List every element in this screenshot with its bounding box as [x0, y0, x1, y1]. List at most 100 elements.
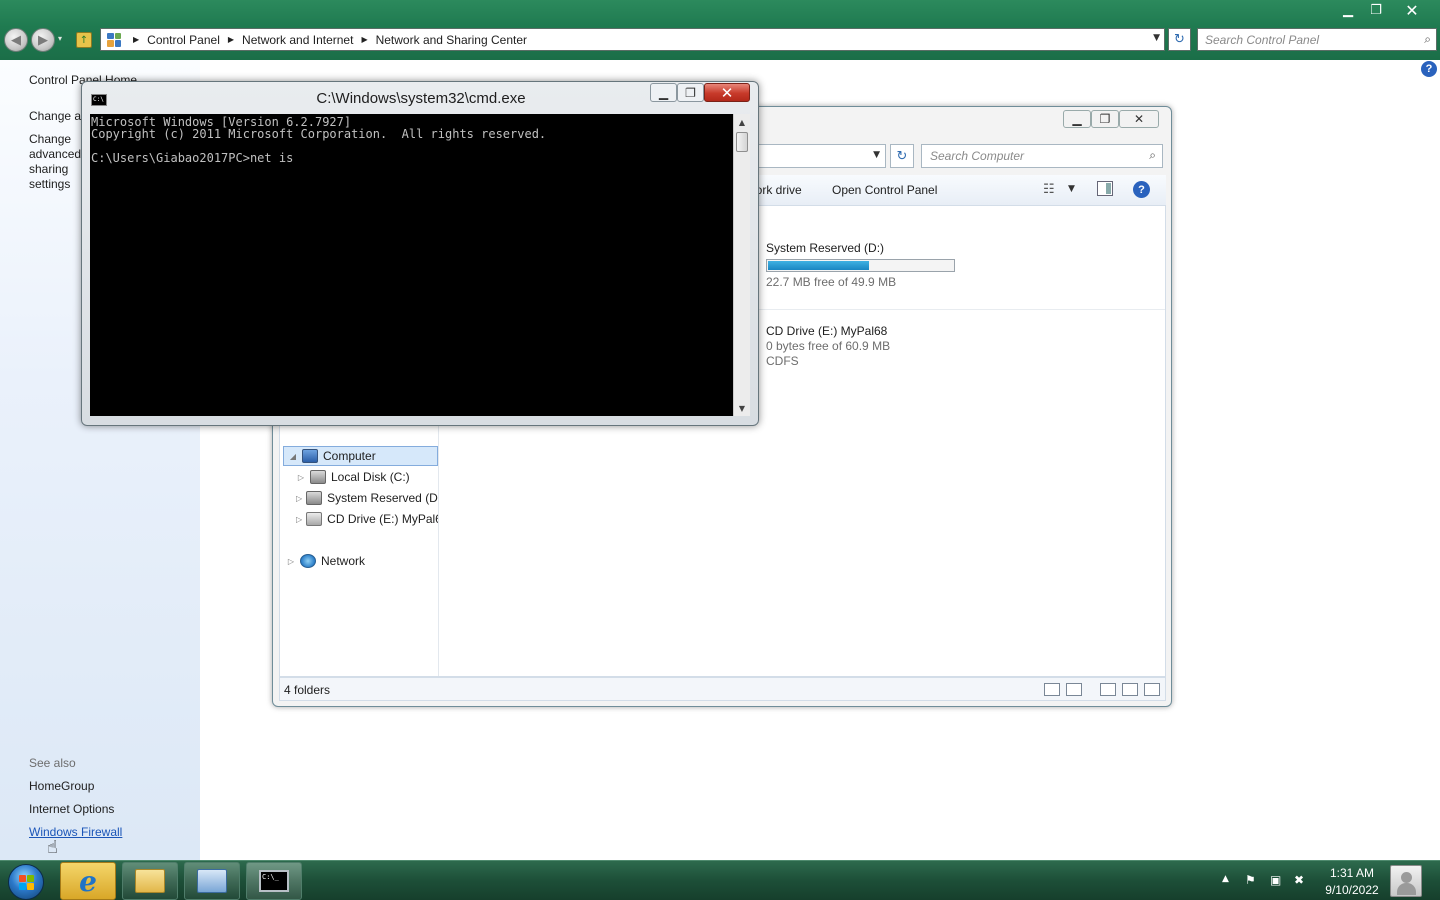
tree-item-label: Computer	[323, 449, 376, 463]
drive-usage-bar	[766, 259, 955, 272]
console-line: Copyright (c) 2011 Microsoft Corporation…	[91, 127, 547, 141]
preview-pane-icon[interactable]	[1144, 683, 1160, 696]
help-icon[interactable]: ?	[1133, 181, 1150, 198]
control-panel-search-input[interactable]: Search Control Panel ⌕	[1197, 28, 1437, 51]
tree-item-computer[interactable]: ◢ Computer	[283, 446, 438, 466]
address-dropdown-icon[interactable]: ▼	[873, 150, 880, 160]
scroll-up-icon[interactable]: ▲	[734, 114, 750, 130]
views-dropdown-icon[interactable]: ▼	[1068, 184, 1075, 194]
back-button[interactable]: ◀	[4, 28, 28, 52]
taskbar-windows-explorer[interactable]	[122, 862, 178, 900]
taskbar-cmd[interactable]: C:\_	[246, 862, 302, 900]
search-placeholder: Search Control Panel	[1205, 33, 1320, 47]
cmd-icon: C:\_	[259, 870, 289, 892]
drive-name: System Reserved (D:)	[766, 241, 885, 255]
tree-item-label: System Reserved (D:	[327, 491, 438, 505]
volume-muted-icon[interactable]: ✖	[1294, 873, 1304, 887]
explorer-address-bar[interactable]: ▼	[748, 144, 886, 168]
up-folder-icon[interactable]: ↑	[76, 32, 92, 48]
scroll-down-icon[interactable]: ▼	[734, 400, 750, 416]
explorer-search-input[interactable]: Search Computer ⌕	[921, 144, 1163, 168]
hand-cursor-icon: ☝	[47, 837, 58, 858]
search-icon[interactable]: ⌕	[1424, 32, 1431, 47]
clock-date[interactable]: 9/10/2022	[1318, 883, 1386, 897]
breadcrumb-network-internet[interactable]: Network and Internet	[242, 33, 353, 47]
sidebar-link-change-sharing[interactable]: Change advanced sharing settings	[29, 132, 89, 192]
refresh-button[interactable]: ↻	[1168, 28, 1191, 51]
close-button[interactable]: ✕	[1390, 0, 1434, 20]
folder-icon	[135, 869, 165, 893]
drive-usage-fill	[768, 261, 869, 270]
sidebar-link-internet-options[interactable]: Internet Options	[29, 802, 114, 816]
network-icon[interactable]: ▣	[1270, 873, 1281, 887]
hard-disk-icon	[310, 470, 326, 484]
close-button[interactable]: ✕	[704, 83, 750, 102]
control-panel-icon	[197, 869, 227, 893]
layout-icon[interactable]	[1100, 683, 1116, 696]
drive-tile-system-reserved[interactable]: System Reserved (D:) 22.7 MB free of 49.…	[748, 241, 955, 289]
control-panel-titlebar: ▁ ❐ ✕ ◀ ▶ ▾ ↑ ▶ Control Panel ▶ Network …	[0, 0, 1440, 60]
control-panel-icon	[107, 32, 121, 47]
action-center-flag-icon[interactable]: ⚑	[1245, 873, 1256, 887]
recent-pages-button[interactable]: ▾	[58, 34, 62, 43]
console-prompt-line: C:\Users\Giabao2017PC>net is	[91, 151, 294, 165]
crumb-separator[interactable]: ▶	[361, 35, 367, 44]
see-also-heading: See also	[29, 756, 76, 770]
preview-pane-icon[interactable]	[1097, 181, 1113, 196]
minimize-button[interactable]: ▁	[1334, 0, 1362, 20]
tree-item-label: Network	[321, 554, 366, 568]
details-view-icon[interactable]	[1044, 683, 1060, 696]
crumb-separator[interactable]: ▶	[228, 35, 234, 44]
views-icon[interactable]: ☷	[1043, 182, 1055, 197]
collapse-arrow-icon[interactable]: ▷	[296, 515, 302, 524]
cmd-window: C:\ C:\Windows\system32\cmd.exe ▁ ❐ ✕ Mi…	[81, 81, 759, 426]
maximize-button[interactable]: ❐	[1362, 0, 1390, 20]
explorer-window-controls: ▁ ❐ ✕	[1063, 110, 1159, 128]
cmd-scrollbar[interactable]: ▲ ▼	[733, 114, 750, 416]
sidebar-link-windows-firewall[interactable]: Windows Firewall	[29, 825, 122, 839]
forward-button[interactable]: ▶	[31, 28, 55, 52]
maximize-button[interactable]: ❐	[677, 83, 704, 102]
taskbar-internet-explorer[interactable]: e	[60, 862, 116, 900]
collapse-arrow-icon[interactable]: ▷	[296, 473, 306, 482]
open-control-panel-button[interactable]: Open Control Panel	[832, 183, 937, 197]
refresh-button[interactable]: ↻	[890, 144, 914, 168]
disk-drive-icon	[306, 491, 323, 505]
large-icons-view-icon[interactable]	[1066, 683, 1082, 696]
tree-item-cd-drive[interactable]: ▷ CD Drive (E:) MyPal6	[280, 509, 438, 529]
crumb-separator[interactable]: ▶	[133, 35, 139, 44]
internet-explorer-icon: e	[79, 864, 97, 898]
address-dropdown-icon[interactable]: ▼	[1153, 33, 1160, 43]
tree-item-local-disk[interactable]: ▷ Local Disk (C:)	[280, 467, 438, 487]
minimize-button[interactable]: ▁	[650, 83, 677, 102]
drive-name: CD Drive (E:) MyPal68	[766, 324, 888, 338]
tree-item-network[interactable]: ▷ Network	[280, 551, 438, 571]
search-icon[interactable]: ⌕	[1149, 148, 1156, 163]
address-bar[interactable]: ▶ Control Panel ▶ Network and Internet ▶…	[100, 28, 1165, 51]
taskbar-control-panel[interactable]	[184, 862, 240, 900]
cmd-console[interactable]: Microsoft Windows [Version 6.2.7927] Copy…	[90, 114, 733, 416]
minimize-button[interactable]: ▁	[1063, 110, 1091, 128]
cd-drive-icon	[306, 512, 323, 526]
sidebar-link-homegroup[interactable]: HomeGroup	[29, 779, 94, 793]
start-button[interactable]	[8, 864, 44, 900]
breadcrumb-control-panel[interactable]: Control Panel	[147, 33, 220, 47]
taskbar: e C:\_ ▲ ⚑ ▣ ✖ 1:31 AM 9/10/2022	[0, 860, 1440, 900]
collapse-arrow-icon[interactable]: ▷	[296, 494, 302, 503]
maximize-button[interactable]: ❐	[1091, 110, 1119, 128]
close-button[interactable]: ✕	[1119, 110, 1159, 128]
clock-time[interactable]: 1:31 AM	[1322, 866, 1382, 880]
show-hidden-icons-button[interactable]: ▲	[1222, 874, 1229, 884]
user-avatar-icon[interactable]	[1390, 865, 1422, 897]
network-icon	[300, 554, 316, 568]
help-icon[interactable]: ?	[1421, 61, 1437, 77]
control-panel-window-controls: ▁ ❐ ✕	[1334, 0, 1434, 20]
collapse-arrow-icon[interactable]: ▷	[286, 557, 296, 566]
details-pane-icon[interactable]	[1122, 683, 1138, 696]
drive-tile-cd-drive[interactable]: CD Drive (E:) MyPal68 0 bytes free of 60…	[748, 324, 890, 368]
scroll-thumb[interactable]	[736, 132, 748, 152]
tree-item-label: Local Disk (C:)	[331, 470, 410, 484]
tree-item-system-reserved[interactable]: ▷ System Reserved (D:	[280, 488, 438, 508]
expand-arrow-icon[interactable]: ◢	[288, 452, 298, 461]
breadcrumb-network-sharing-center[interactable]: Network and Sharing Center	[376, 33, 527, 47]
